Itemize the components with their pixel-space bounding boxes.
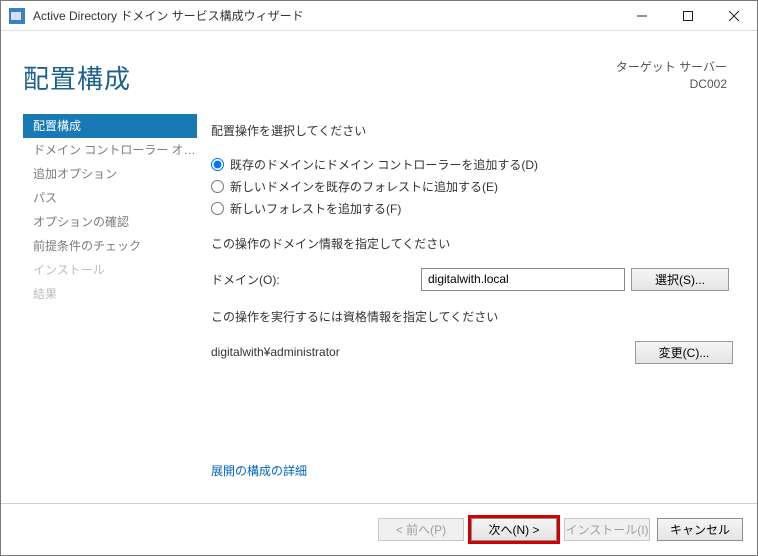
target-server-label: ターゲット サーバー [616, 59, 727, 76]
domain-field-label: ドメイン(O): [211, 271, 421, 288]
sidebar-item-paths[interactable]: パス [23, 186, 197, 210]
credential-row: digitalwith¥administrator 変更(C)... [211, 339, 733, 365]
install-button: インストール(I) [564, 518, 650, 541]
sidebar-item-deployment-config[interactable]: 配置構成 [23, 114, 197, 138]
next-button[interactable]: 次へ(N) > [471, 518, 557, 541]
footer: < 前へ(P) 次へ(N) > インストール(I) キャンセル [1, 503, 757, 555]
sidebar: 配置構成 ドメイン コントローラー オプシ... 追加オプション パス オプショ… [1, 104, 197, 503]
select-domain-button[interactable]: 選択(S)... [631, 268, 729, 291]
radio-add-new-forest[interactable]: 新しいフォレストを追加する(F) [211, 197, 733, 219]
minimize-icon [637, 11, 647, 21]
content-pane: 配置操作を選択してください 既存のドメインにドメイン コントローラーを追加する(… [197, 104, 757, 503]
domain-input[interactable] [421, 268, 625, 291]
page-header: 配置構成 ターゲット サーバー DC002 [1, 31, 757, 104]
body: 配置構成 ドメイン コントローラー オプシ... 追加オプション パス オプショ… [1, 104, 757, 503]
maximize-icon [683, 11, 693, 21]
radio-label-new-forest: 新しいフォレストを追加する(F) [230, 200, 401, 217]
target-server-block: ターゲット サーバー DC002 [616, 59, 727, 93]
domain-info-label: この操作のドメイン情報を指定してください [211, 235, 733, 252]
minimize-button[interactable] [619, 1, 665, 31]
cancel-button[interactable]: キャンセル [657, 518, 743, 541]
sidebar-item-review-options[interactable]: オプションの確認 [23, 210, 197, 234]
wizard-window: Active Directory ドメイン サービス構成ウィザード 配置構成 タ… [0, 0, 758, 556]
radio-label-add-dc: 既存のドメインにドメイン コントローラーを追加する(D) [230, 156, 538, 173]
select-operation-label: 配置操作を選択してください [211, 122, 733, 139]
prev-button: < 前へ(P) [378, 518, 464, 541]
more-about-deployment-link[interactable]: 展開の構成の詳細 [211, 462, 307, 479]
domain-row: ドメイン(O): 選択(S)... [211, 266, 733, 292]
change-credential-button[interactable]: 変更(C)... [635, 341, 733, 364]
app-icon [9, 8, 25, 24]
page-title: 配置構成 [23, 59, 131, 96]
window-title: Active Directory ドメイン サービス構成ウィザード [33, 7, 304, 24]
close-icon [729, 11, 739, 21]
title-bar: Active Directory ドメイン サービス構成ウィザード [1, 1, 757, 31]
radio-input-add-dc[interactable] [211, 158, 224, 171]
radio-add-domain-existing-forest[interactable]: 新しいドメインを既存のフォレストに追加する(E) [211, 175, 733, 197]
maximize-button[interactable] [665, 1, 711, 31]
radio-add-dc-existing-domain[interactable]: 既存のドメインにドメイン コントローラーを追加する(D) [211, 153, 733, 175]
radio-input-add-domain[interactable] [211, 180, 224, 193]
close-button[interactable] [711, 1, 757, 31]
target-server-name: DC002 [616, 76, 727, 93]
credential-info-label: この操作を実行するには資格情報を指定してください [211, 308, 733, 325]
sidebar-item-dc-options[interactable]: ドメイン コントローラー オプシ... [23, 138, 197, 162]
window-controls [619, 1, 757, 31]
sidebar-item-prereq-check[interactable]: 前提条件のチェック [23, 234, 197, 258]
credential-value: digitalwith¥administrator [211, 345, 629, 359]
radio-input-new-forest[interactable] [211, 202, 224, 215]
radio-label-add-domain: 新しいドメインを既存のフォレストに追加する(E) [230, 178, 498, 195]
sidebar-item-install: インストール [23, 258, 197, 282]
sidebar-item-additional-options[interactable]: 追加オプション [23, 162, 197, 186]
sidebar-item-results: 結果 [23, 282, 197, 306]
